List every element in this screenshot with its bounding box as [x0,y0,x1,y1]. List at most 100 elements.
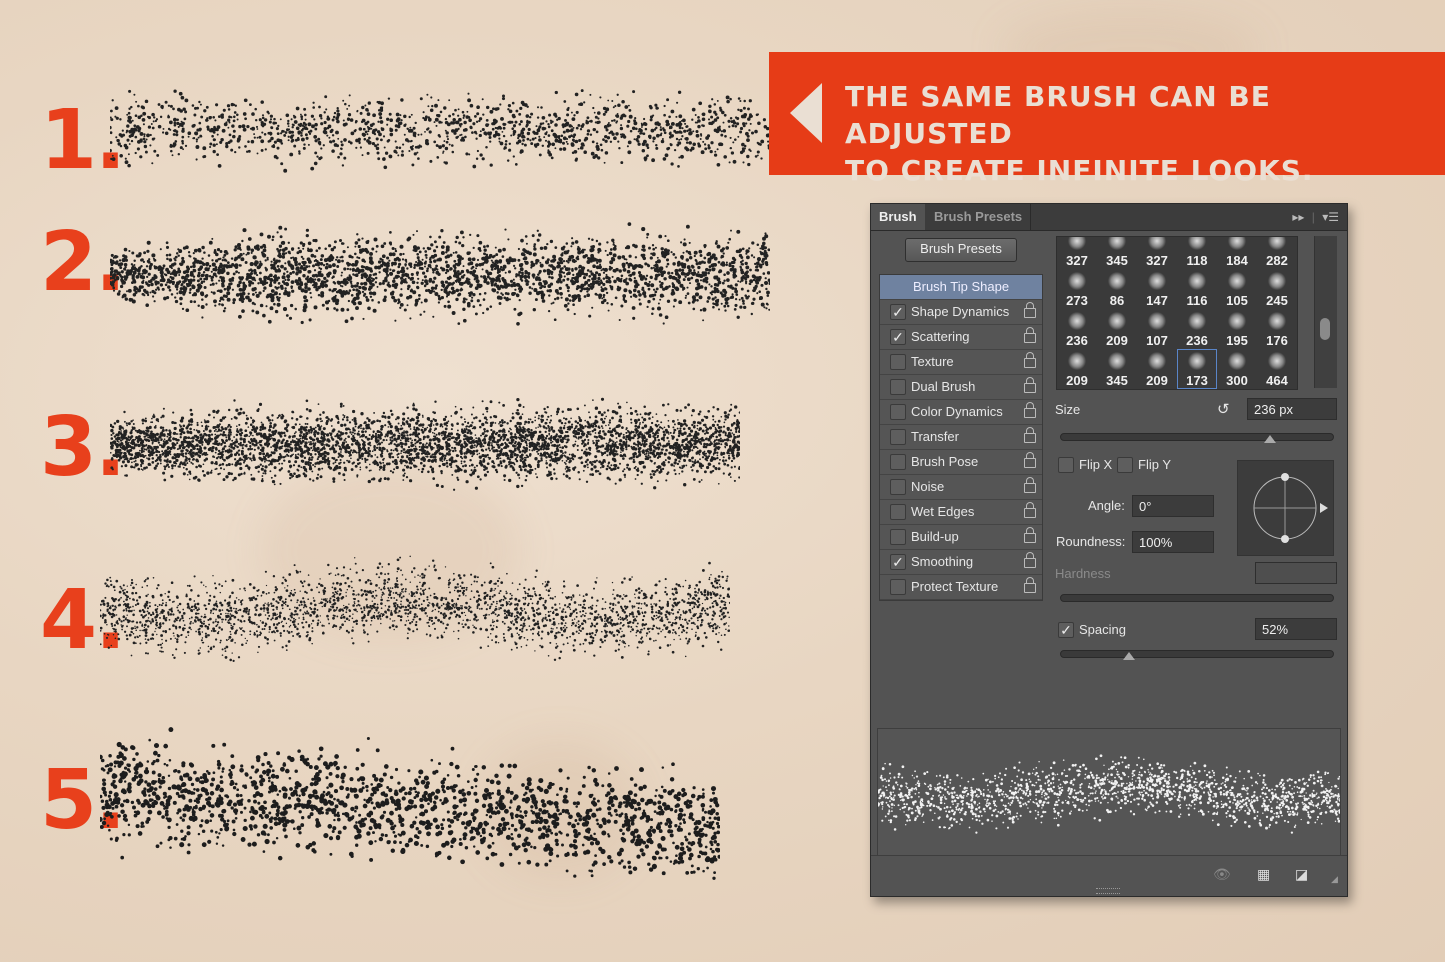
lock-icon[interactable] [1024,327,1036,343]
lock-icon[interactable] [1024,377,1036,393]
brush-tip[interactable]: 327 [1057,237,1097,269]
brush-tip[interactable]: 300 [1217,349,1257,389]
flip-y-checkbox[interactable] [1117,457,1133,473]
brush-tip[interactable]: 345 [1097,237,1137,269]
panel-menu-icon[interactable]: ▾☰ [1322,210,1339,224]
option-dual-brush[interactable]: Dual Brush [880,375,1042,400]
brush-tip[interactable]: 209 [1057,349,1097,389]
option-label: Texture [911,354,954,369]
brush-tip[interactable]: 209 [1097,309,1137,349]
option-transfer[interactable]: Transfer [880,425,1042,450]
double-arrow-icon[interactable]: ▸▸ [1292,210,1304,224]
option-label: Wet Edges [911,504,975,519]
lock-icon[interactable] [1024,302,1036,318]
brush-tip[interactable]: 86 [1097,269,1137,309]
brush-preset-grid-icon[interactable]: ▦ [1257,866,1270,883]
spacing-field[interactable]: 52% [1255,618,1337,640]
roundness-handle-top [1281,473,1289,481]
brush-tip[interactable]: 273 [1057,269,1097,309]
option-brush-tip-shape[interactable]: Brush Tip Shape [880,275,1042,300]
lock-icon[interactable] [1024,577,1036,593]
brush-tip-grid: 327 345 327 118 184 282 273 86 147 116 105 245 236 20… [1056,236,1298,390]
option-shape-dynamics[interactable]: ✓ Shape Dynamics [880,300,1042,325]
brush-tip[interactable]: 176 [1257,309,1297,349]
tab-brush-presets[interactable]: Brush Presets [926,204,1032,230]
option-protect-texture[interactable]: Protect Texture [880,575,1042,600]
brush-tip[interactable]: 236 [1057,309,1097,349]
tab-brush[interactable]: Brush [871,204,925,230]
brush-tip[interactable]: 118 [1177,237,1217,269]
option-checkbox[interactable] [890,404,906,420]
brush-tip[interactable]: 209 [1137,349,1177,389]
flip-x-checkbox[interactable] [1058,457,1074,473]
brush-tip-size: 327 [1066,253,1088,268]
option-smoothing[interactable]: ✓ Smoothing [880,550,1042,575]
option-checkbox[interactable] [890,379,906,395]
brush-tip[interactable]: 245 [1257,269,1297,309]
lock-icon[interactable] [1024,427,1036,443]
option-wet-edges[interactable]: Wet Edges [880,500,1042,525]
roundness-field[interactable]: 100% [1132,531,1214,553]
option-checkbox[interactable]: ✓ [890,329,906,345]
spacing-checkbox[interactable]: ✓ [1058,622,1074,638]
brush-tip[interactable]: 107 [1137,309,1177,349]
brush-tip-thumbnail [1108,312,1126,330]
spacing-slider[interactable] [1060,650,1334,660]
brush-tip[interactable]: 184 [1217,237,1257,269]
option-checkbox[interactable] [890,354,906,370]
brush-tip[interactable]: 105 [1217,269,1257,309]
option-checkbox[interactable]: ✓ [890,304,906,320]
option-checkbox[interactable] [890,504,906,520]
lock-icon[interactable] [1024,502,1036,518]
option-texture[interactable]: Texture [880,350,1042,375]
reset-size-icon[interactable]: ↺ [1217,400,1230,418]
panel-tab-bar: Brush Brush Presets ▸▸ | ▾☰ [871,204,1347,231]
option-checkbox[interactable] [890,429,906,445]
angle-field[interactable]: 0° [1132,495,1214,517]
option-build-up[interactable]: Build-up [880,525,1042,550]
tip-grid-scrollbar[interactable] [1314,236,1337,388]
brush-tip-size: 209 [1066,373,1088,388]
brush-tip[interactable]: 282 [1257,237,1297,269]
brush-tip-size: 345 [1106,253,1128,268]
lock-icon[interactable] [1024,352,1036,368]
brush-tip[interactable]: 147 [1137,269,1177,309]
brush-tip-thumbnail [1268,237,1286,250]
brush-tip-thumbnail [1228,237,1246,250]
lock-icon[interactable] [1024,527,1036,543]
option-checkbox[interactable]: ✓ [890,554,906,570]
option-scattering[interactable]: ✓ Scattering [880,325,1042,350]
option-checkbox[interactable] [890,454,906,470]
brush-tip[interactable]: 345 [1097,349,1137,389]
brush-tip[interactable]: 464 [1257,349,1297,389]
option-color-dynamics[interactable]: Color Dynamics [880,400,1042,425]
option-brush-pose[interactable]: Brush Pose [880,450,1042,475]
spacing-slider-knob[interactable] [1123,652,1135,660]
option-checkbox[interactable] [890,529,906,545]
size-slider-knob[interactable] [1264,435,1277,443]
brush-tip-thumbnail [1148,312,1166,330]
size-slider[interactable] [1060,433,1334,443]
lock-icon[interactable] [1024,552,1036,568]
brush-presets-button[interactable]: Brush Presets [905,238,1017,262]
brush-tip[interactable]: 173 [1177,349,1217,389]
size-field[interactable]: 236 px [1247,398,1337,420]
brush-stroke-2 [110,222,770,326]
new-preset-icon[interactable]: ◪ [1295,866,1308,883]
lock-icon[interactable] [1024,402,1036,418]
panel-resize-handle[interactable] [1096,888,1120,894]
brush-tip[interactable]: 236 [1177,309,1217,349]
resize-grip-icon[interactable]: ◢ [1331,874,1338,885]
lock-icon[interactable] [1024,452,1036,468]
toggle-live-tip-icon[interactable]: 👁 [1213,866,1231,883]
lock-icon[interactable] [1024,477,1036,493]
option-noise[interactable]: Noise [880,475,1042,500]
scrollbar-thumb[interactable] [1320,318,1330,340]
brush-tip[interactable]: 116 [1177,269,1217,309]
option-checkbox[interactable] [890,579,906,595]
angle-roundness-widget[interactable] [1237,460,1334,556]
brush-tip[interactable]: 327 [1137,237,1177,269]
option-checkbox[interactable] [890,479,906,495]
hardness-label: Hardness [1055,566,1111,581]
brush-tip[interactable]: 195 [1217,309,1257,349]
